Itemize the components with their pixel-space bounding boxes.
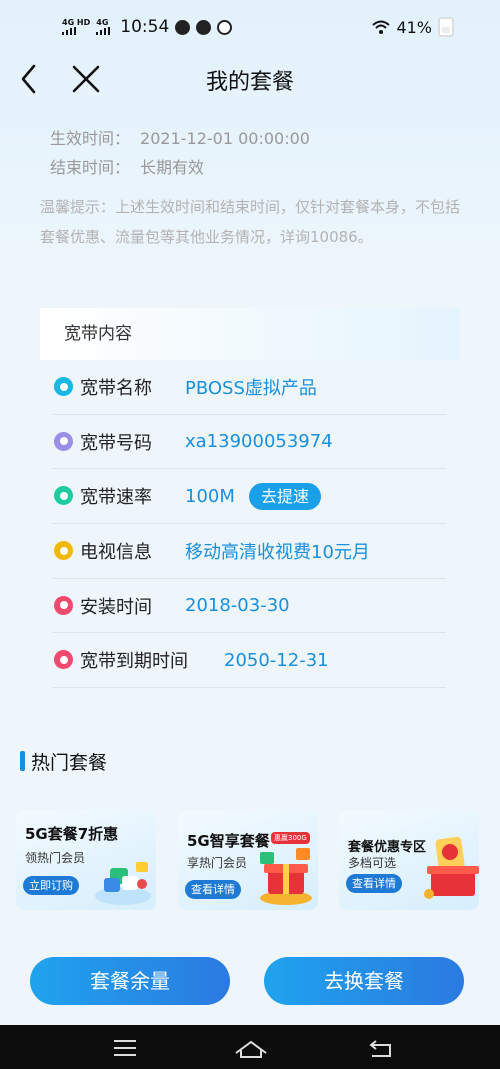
broadband-row-tv: 电视信息 移动高清收视费10元月 bbox=[52, 524, 446, 579]
row-label: 宽带速率 bbox=[80, 487, 152, 509]
row-value: xa13900053974 bbox=[185, 431, 333, 453]
system-nav-bar bbox=[0, 1025, 500, 1069]
app-icon bbox=[217, 19, 233, 35]
row-label: 安装时间 bbox=[80, 596, 152, 618]
row-label: 电视信息 bbox=[80, 541, 152, 563]
view-details-button[interactable]: 查看详情 bbox=[185, 880, 241, 899]
apps-gift-icon bbox=[95, 862, 151, 905]
end-time-value: 长期有效 bbox=[140, 158, 205, 177]
change-package-button[interactable]: 去换套餐 bbox=[264, 957, 464, 1005]
row-label: 宽带号码 bbox=[80, 432, 152, 454]
section-marker bbox=[20, 751, 25, 771]
broadband-row-number: 宽带号码 xa13900053974 bbox=[52, 415, 446, 470]
bullet-dot-icon bbox=[54, 650, 73, 670]
broadband-row-name: 宽带名称 PBOSS虚拟产品 bbox=[52, 360, 446, 415]
signal-label-2: 4G bbox=[96, 18, 109, 27]
package-card[interactable]: 5G套餐7折惠 领热门会员 立即订购 bbox=[16, 810, 156, 910]
bullet-dot-icon bbox=[54, 595, 73, 615]
home-icon[interactable] bbox=[234, 1037, 268, 1059]
start-time-label: 生效时间： bbox=[50, 129, 131, 148]
speed-up-button[interactable]: 去提速 bbox=[249, 483, 322, 511]
package-cards: 5G套餐7折惠 领热门会员 立即订购 5G智享套餐 享热门会员 查看详情 惠赢3… bbox=[16, 810, 486, 910]
bullet-dot-icon bbox=[54, 377, 73, 396]
row-label: 宽带到期时间 bbox=[80, 651, 188, 673]
hot-section-header: 热门套餐 bbox=[20, 748, 107, 774]
battery-percent: 41% bbox=[396, 17, 432, 37]
back-nav-icon[interactable] bbox=[368, 1037, 394, 1059]
status-right: 41% bbox=[372, 17, 454, 37]
bullet-dot-icon bbox=[54, 541, 73, 561]
broadband-row-expire: 宽带到期时间 2050-12-31 bbox=[52, 633, 446, 689]
broadband-row-install: 安装时间 2018-03-30 bbox=[52, 579, 446, 634]
view-details-button[interactable]: 查看详情 bbox=[346, 874, 402, 893]
bullet-dot-icon bbox=[54, 431, 73, 451]
order-now-button[interactable]: 立即订购 bbox=[23, 876, 79, 895]
validity-info: 生效时间： 2021-12-01 00:00:00 结束时间： 长期有效 bbox=[50, 124, 310, 182]
signal-icon-1: 4G HD bbox=[62, 19, 90, 35]
start-time-row: 生效时间： 2021-12-01 00:00:00 bbox=[50, 124, 310, 153]
chat-bubble-icon bbox=[175, 19, 191, 35]
row-value: PBOSS虚拟产品 bbox=[185, 377, 317, 399]
status-time: 10:54 bbox=[120, 17, 170, 37]
card-badge: 惠赢300G bbox=[271, 832, 310, 844]
row-value: 移动高清收视费10元月 bbox=[185, 541, 370, 563]
row-value: 100M bbox=[185, 485, 235, 507]
app-header: 我的套餐 bbox=[0, 56, 500, 100]
gift-box-icon bbox=[260, 848, 312, 905]
row-value: 2018-03-30 bbox=[185, 595, 290, 617]
hot-section-title: 热门套餐 bbox=[31, 751, 108, 774]
row-value: 2050-12-31 bbox=[224, 649, 329, 671]
signal-label-1: 4G HD bbox=[62, 18, 91, 27]
broadband-row-speed: 宽带速率 100M 去提速 bbox=[52, 469, 446, 525]
card-subtitle: 领热门会员 bbox=[25, 851, 86, 865]
package-card[interactable]: 5G智享套餐 享热门会员 查看详情 惠赢300G bbox=[178, 810, 318, 910]
card-subtitle: 多档可选 bbox=[348, 856, 397, 870]
end-time-row: 结束时间： 长期有效 bbox=[50, 153, 310, 182]
package-balance-button[interactable]: 套餐余量 bbox=[30, 957, 230, 1005]
menu-icon[interactable] bbox=[112, 1037, 138, 1059]
bullet-dot-icon bbox=[54, 486, 73, 506]
notice-text: 温馨提示：上述生效时间和结束时间，仅针对套餐本身，不包括套餐优惠、流量包等其他业… bbox=[40, 198, 461, 246]
wifi-icon bbox=[372, 20, 391, 34]
page-title: 我的套餐 bbox=[205, 70, 294, 95]
row-label: 宽带名称 bbox=[80, 377, 152, 399]
signal-icon-2: 4G bbox=[96, 19, 112, 35]
wechat-icon bbox=[196, 19, 212, 35]
status-left: 4G HD 4G 10:54 bbox=[62, 17, 233, 37]
status-bar: 4G HD 4G 10:54 41% bbox=[0, 0, 500, 56]
broadband-section-title: 宽带内容 bbox=[40, 308, 460, 360]
start-time-value: 2021-12-01 00:00:00 bbox=[140, 129, 310, 148]
discount-gift-icon bbox=[424, 836, 479, 899]
package-card[interactable]: 套餐优惠专区 多档可选 查看详情 bbox=[339, 810, 479, 910]
card-title: 套餐优惠专区 bbox=[348, 840, 427, 855]
battery-icon bbox=[438, 17, 454, 37]
broadband-list: 宽带名称 PBOSS虚拟产品 宽带号码 xa13900053974 宽带速率 1… bbox=[52, 360, 446, 689]
end-time-label: 结束时间： bbox=[50, 158, 131, 177]
card-subtitle: 享热门会员 bbox=[187, 856, 248, 870]
card-title: 5G套餐7折惠 bbox=[25, 825, 119, 843]
